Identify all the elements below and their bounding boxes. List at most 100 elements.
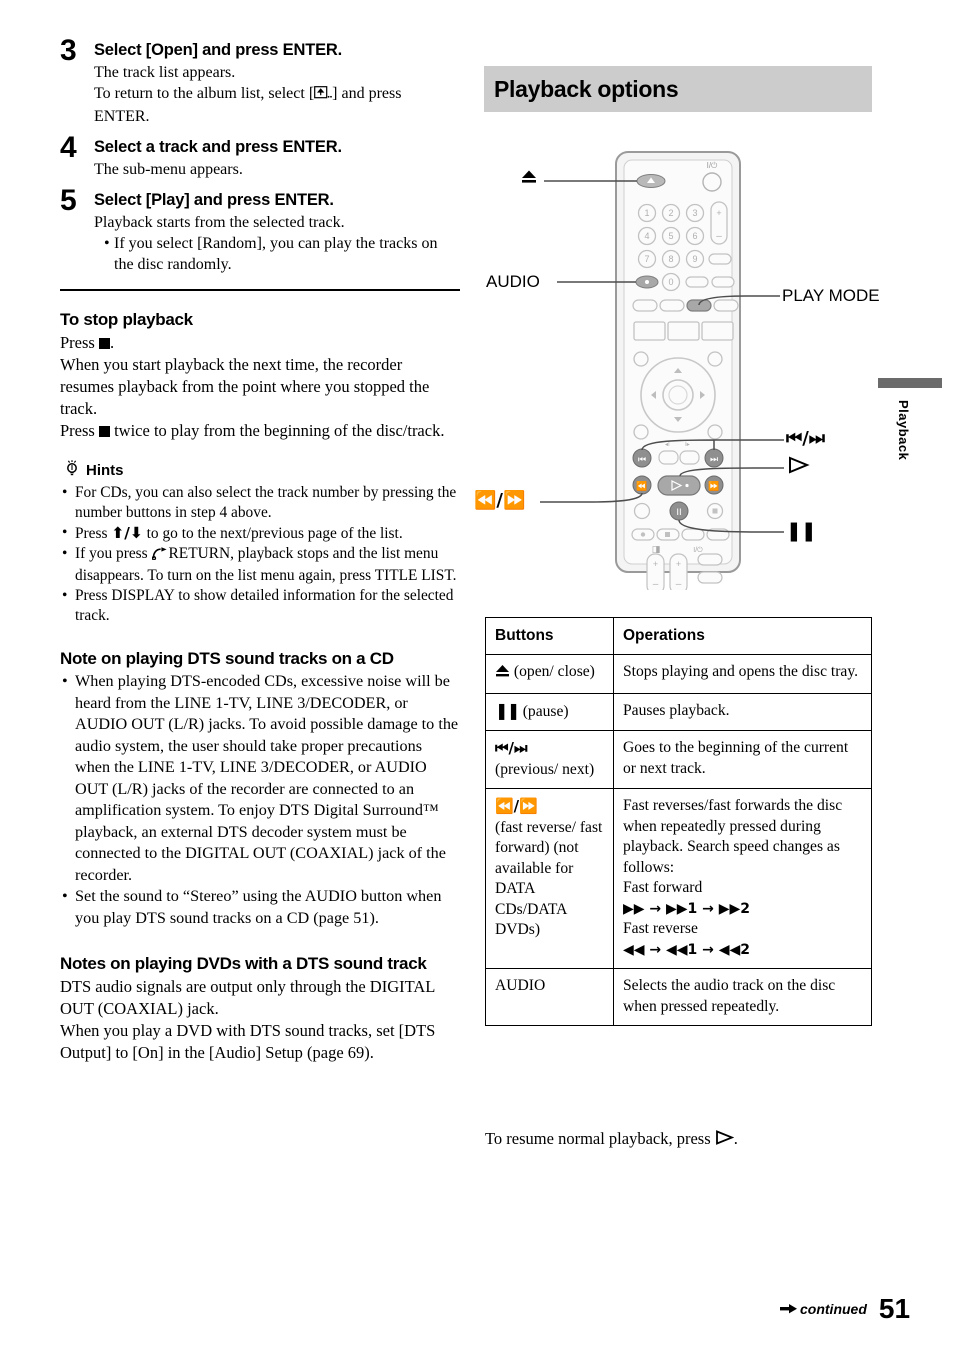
- section-title: Playback options: [494, 75, 679, 102]
- page-footer: continued 51: [780, 1293, 910, 1325]
- svg-text:–: –: [653, 579, 659, 590]
- svg-text:8: 8: [668, 254, 673, 264]
- table-row: ❚❚ (pause) Pauses playback.: [485, 692, 872, 731]
- prev-next-icon: ⏮/⏭: [786, 428, 825, 449]
- dts-cd-note-list: When playing DTS-encoded CDs, excessive …: [60, 671, 460, 929]
- svg-text:9: 9: [692, 254, 697, 264]
- step-3: 3 Select [Open] and press ENTER. The tra…: [60, 36, 460, 127]
- dts-cd-note-item-1: When playing DTS-encoded CDs, excessive …: [60, 671, 460, 886]
- resume-note-post: .: [733, 1129, 738, 1148]
- svg-text:⏪: ⏪: [636, 480, 647, 492]
- eject-icon-cell: [495, 664, 510, 685]
- row-prev-next-operation: Goes to the beginning of the current or …: [613, 730, 872, 789]
- table-header-operations: Operations: [613, 617, 872, 655]
- hints-list: For CDs, you can also select the track n…: [60, 483, 460, 626]
- side-tab-bar: [878, 378, 942, 388]
- dvd-dts-note-para-1: DTS audio signals are output only throug…: [60, 977, 435, 1018]
- fast-reverse-forward-icon-cell: ⏪/⏩: [495, 797, 538, 815]
- fast-reverse-sequence: ◀◀ → ◀◀1 → ◀◀2: [623, 941, 751, 958]
- table-header-buttons: Buttons: [485, 617, 614, 655]
- remote-control-diagram: I/⏻ 123 456 789 0 + – ⏮ ⏭ ◂I I▸ ⏪ ⏩ II ◨…: [474, 140, 884, 595]
- step-4: 4 Select a track and press ENTER. The su…: [60, 133, 460, 180]
- row-scan-button: ⏪/⏩ (fast reverse/ fast forward) (not av…: [485, 788, 614, 969]
- eject-icon: [520, 170, 538, 189]
- svg-text:II: II: [676, 508, 681, 518]
- row-scan-operation-cell: Fast reverses/fast forwards the disc whe…: [613, 788, 872, 969]
- audio-callout-label: AUDIO: [486, 272, 540, 291]
- eject-icon-svg: [522, 170, 536, 183]
- svg-text:4: 4: [644, 231, 649, 241]
- hint-item-4: Press DISPLAY to show detailed informati…: [60, 586, 460, 626]
- row-open-close-operation: Stops playing and opens the disc tray.: [613, 654, 872, 694]
- row-pause-operation: Pauses playback.: [613, 692, 872, 731]
- play-icon-inline: [715, 1129, 735, 1151]
- row-open-close-button: (open/ close): [485, 654, 614, 694]
- hints-heading: Hints: [86, 462, 124, 479]
- svg-text:+: +: [676, 559, 681, 569]
- arrow-right-icon-svg: [780, 1304, 797, 1314]
- fast-forward-sequence: ▶▶ → ▶▶1 → ▶▶2: [623, 900, 751, 917]
- svg-text:5: 5: [668, 231, 673, 241]
- return-arrow-icon-svg: [151, 547, 167, 561]
- to-stop-playback-heading: To stop playback: [60, 310, 193, 329]
- stop-icon-2: [98, 426, 110, 437]
- row-scan-text: (fast reverse/ fast forward) (not availa…: [495, 818, 603, 939]
- hint-item-1: For CDs, you can also select the track n…: [60, 483, 460, 523]
- play-callout-label: [788, 456, 810, 479]
- hint-2-post: to go to the next/previous page of the l…: [146, 525, 403, 542]
- left-column: 3 Select [Open] and press ENTER. The tra…: [60, 36, 460, 1064]
- play-icon: [788, 456, 810, 478]
- fast-reverse-label: Fast reverse: [623, 920, 698, 937]
- eject-icon-cell-svg: [496, 665, 509, 677]
- pause-icon: ❚❚: [786, 520, 817, 542]
- section-header-bar: Playback options: [484, 66, 872, 112]
- svg-text:–: –: [676, 579, 682, 590]
- prev-next-icon-cell: ⏮/⏭: [495, 739, 528, 757]
- row-pause-button: ❚❚ (pause): [485, 692, 614, 731]
- prev-next-callout-label: ⏮/⏭: [786, 428, 825, 449]
- row-prev-next-button: ⏮/⏭ (previous/ next): [485, 730, 614, 789]
- hint-item-2: Press ⬆/⬇ to go to the next/previous pag…: [60, 523, 460, 544]
- svg-text:2: 2: [668, 208, 673, 218]
- svg-text:6: 6: [692, 231, 697, 241]
- step-5-line1: Playback starts from the selected track.: [94, 214, 345, 231]
- section-divider: [60, 289, 460, 291]
- step-3-line2: To return to the album list, select [ ] …: [94, 83, 460, 127]
- pause-icon-cell: ❚❚: [495, 700, 520, 720]
- continued-marker: continued: [780, 1301, 867, 1317]
- step-3-line2-a: To return to the album list, select [: [94, 85, 315, 102]
- svg-text:–: –: [716, 231, 722, 242]
- hints-heading-row: Hints: [64, 460, 460, 481]
- side-tab-label: Playback: [896, 400, 911, 461]
- row-open-close-text: (open/ close): [513, 663, 595, 680]
- svg-text:⏮: ⏮: [638, 455, 646, 465]
- svg-text:+: +: [716, 208, 721, 218]
- up-down-arrow-icon: ⬆/⬇: [111, 524, 143, 542]
- table-row: AUDIO Selects the audio track on the dis…: [485, 968, 872, 1026]
- buttons-operations-table: Buttons Operations (open/ close) Stops p…: [485, 617, 872, 1026]
- continued-label: continued: [800, 1301, 867, 1317]
- bullet-dot: •: [104, 235, 110, 252]
- table-row: ⏮/⏭ (previous/ next) Goes to the beginni…: [485, 730, 872, 789]
- dts-cd-note-heading: Note on playing DTS sound tracks on a CD: [60, 649, 394, 668]
- dvd-dts-note-para-2: When you play a DVD with DTS sound track…: [60, 1021, 436, 1062]
- svg-text:⏩: ⏩: [708, 480, 719, 492]
- step-4-line1: The sub-menu appears.: [94, 161, 243, 178]
- row-audio-button: AUDIO: [485, 968, 614, 1026]
- arrow-right-icon: [780, 1301, 798, 1317]
- svg-text:⏭: ⏭: [710, 455, 718, 465]
- svg-text:7: 7: [644, 254, 649, 264]
- fast-forward-label: Fast forward: [623, 879, 703, 896]
- svg-text:0: 0: [668, 277, 673, 287]
- step-3-number: 3: [60, 34, 77, 67]
- table-header-row: Buttons Operations: [485, 617, 872, 655]
- row-prev-next-text: (previous/ next): [495, 760, 595, 778]
- stop-press2-prefix: Press: [60, 421, 95, 440]
- lightbulb-icon: [64, 460, 80, 481]
- step-5-bullet: • If you select [Random], you can play t…: [104, 233, 460, 275]
- scan-callout-label: ⏪/⏩: [474, 490, 525, 511]
- side-tab-playback: Playback: [878, 378, 942, 460]
- hint-2-pre: Press: [75, 525, 108, 542]
- dts-cd-note-item-2: Set the sound to “Stereo” using the AUDI…: [60, 886, 460, 929]
- stop-press-twice-line: Press twice to play from the beginning o…: [60, 420, 460, 442]
